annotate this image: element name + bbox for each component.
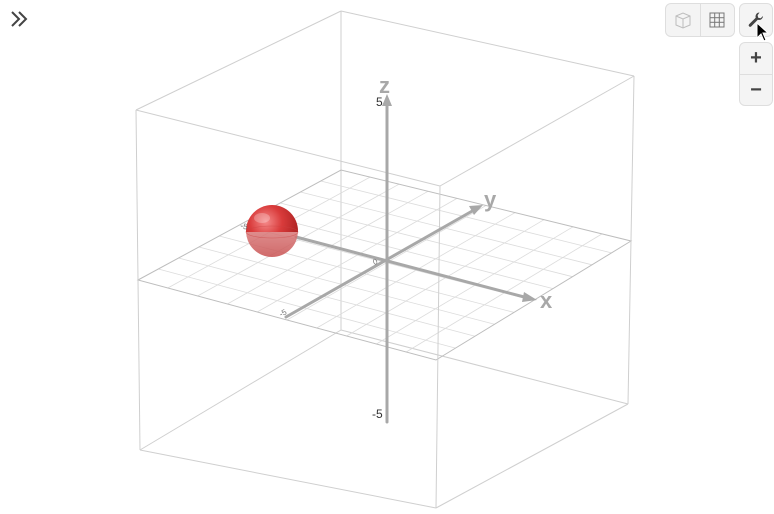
expand-panel-button[interactable]: [6, 6, 32, 32]
toggle-grid-button[interactable]: [699, 4, 735, 36]
xy-plane-outline: [136, 169, 633, 361]
x-axis-label: x: [540, 288, 553, 313]
grid-icon: [709, 12, 725, 28]
z-max-tick: 5: [376, 95, 383, 109]
bounding-box-front: [135, 75, 635, 509]
double-chevron-right-icon: [11, 11, 28, 27]
grid-line: [300, 191, 593, 266]
y-axis-label: y: [484, 187, 497, 212]
grid-line: [320, 180, 612, 254]
graph-settings-button[interactable]: [739, 3, 773, 37]
view-toolbar: [665, 3, 735, 37]
zoom-out-button[interactable]: −: [740, 73, 772, 106]
grid-line: [280, 202, 573, 278]
axis-arrows: [382, 94, 537, 302]
graph-3d-canvas[interactable]: z x y 5 -5 0 -5 -5: [0, 0, 774, 514]
cube-icon: [675, 12, 691, 29]
grid-line: [259, 213, 554, 289]
y-axis: [284, 208, 476, 319]
toggle-box-button[interactable]: [666, 4, 700, 36]
zoom-controls: + −: [739, 42, 773, 106]
zoom-in-button[interactable]: +: [740, 43, 772, 74]
xy-plane-grid: [158, 176, 612, 353]
x-arrow: [522, 292, 537, 302]
z-min-tick: -5: [372, 407, 383, 421]
grid-line: [316, 212, 516, 329]
wrench-icon: [748, 12, 763, 27]
grid-line: [346, 219, 545, 337]
sphere[interactable]: [245, 205, 299, 257]
